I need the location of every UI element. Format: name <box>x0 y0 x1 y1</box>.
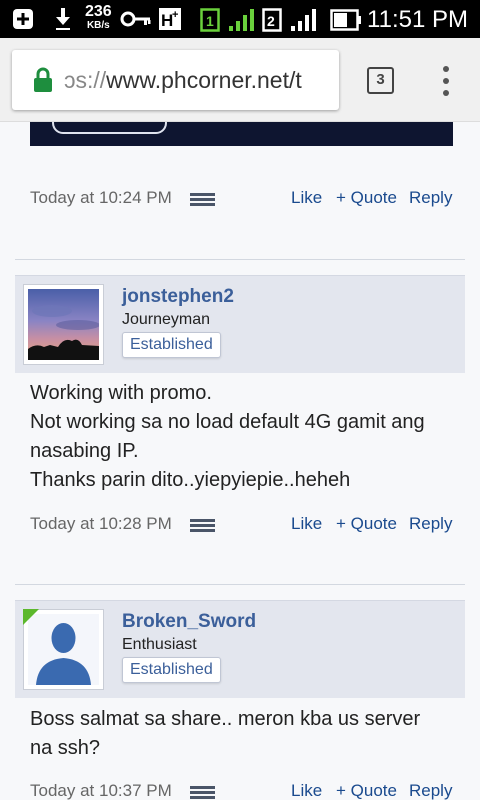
user-status-badge: Established <box>122 657 221 683</box>
reply-link[interactable]: Reply <box>409 188 452 208</box>
battery-icon <box>330 9 361 31</box>
sim2-icon: 2 <box>262 8 282 32</box>
signal-icon <box>229 9 254 31</box>
svg-text:+: + <box>172 9 178 21</box>
hplus-icon: H + <box>159 8 181 30</box>
user-status-badge: Established <box>122 332 221 358</box>
username-link[interactable]: Broken_Sword <box>122 611 256 633</box>
reply-link[interactable]: Reply <box>409 514 452 534</box>
post-user-info: jonstephen2 Journeyman Established <box>15 275 465 373</box>
post-timestamp[interactable]: Today at 10:28 PM <box>30 514 172 534</box>
post-footer: Today at 10:37 PM Like + Quote Reply <box>30 781 452 800</box>
quote-link[interactable]: + Quote <box>336 514 397 534</box>
like-link[interactable]: Like <box>291 188 322 208</box>
sim1-icon: 1 <box>200 8 220 32</box>
svg-text:1: 1 <box>206 13 214 29</box>
post-footer: Today at 10:24 PM Like + Quote Reply <box>30 188 452 212</box>
post-footer: Today at 10:28 PM Like + Quote Reply <box>30 514 452 538</box>
post-timestamp[interactable]: Today at 10:37 PM <box>30 781 172 800</box>
quote-link[interactable]: + Quote <box>336 781 397 800</box>
message-line: nasabing IP. <box>30 440 139 462</box>
avatar[interactable] <box>28 289 99 360</box>
post-divider <box>15 584 465 585</box>
like-link[interactable]: Like <box>291 781 322 800</box>
key-icon <box>120 11 151 27</box>
status-bar: 236 KB/s H + 1 2 11:51 PM <box>0 0 480 38</box>
post-message: Boss salmat sa share.. meron kba us serv… <box>30 705 460 763</box>
overflow-menu-icon[interactable] <box>440 66 452 96</box>
signature-banner-image <box>30 122 453 146</box>
message-line: Thanks parin dito..yiepyiepie..heheh <box>30 469 351 491</box>
tab-switcher-button[interactable]: 3 <box>367 67 394 94</box>
url-host: www.phcorner.net/t <box>106 67 302 93</box>
avatar-sunset-image <box>28 289 99 360</box>
lock-icon <box>34 67 52 92</box>
post-menu-icon[interactable] <box>190 786 215 800</box>
post-timestamp[interactable]: Today at 10:24 PM <box>30 188 172 208</box>
message-line: Working with promo. <box>30 382 212 404</box>
username-link[interactable]: jonstephen2 <box>122 286 234 308</box>
signal-icon <box>291 9 316 31</box>
address-bar[interactable]: ɔs://www.phcorner.net/t <box>12 50 339 110</box>
url-scheme: ɔs:// <box>64 67 107 93</box>
thread-content: Today at 10:24 PM Like + Quote Reply jon… <box>0 122 480 800</box>
speed-unit: KB/s <box>86 20 110 31</box>
reply-link[interactable]: Reply <box>409 781 452 800</box>
clock: 11:51 PM <box>367 6 468 33</box>
quote-link[interactable]: + Quote <box>336 188 397 208</box>
network-speed: 236 KB/s <box>85 4 112 31</box>
browser-toolbar: ɔs://www.phcorner.net/t 3 <box>0 38 480 122</box>
like-link[interactable]: Like <box>291 514 322 534</box>
user-title: Journeyman <box>122 311 211 328</box>
user-title: Enthusiast <box>122 636 197 653</box>
add-icon <box>13 9 33 29</box>
speed-value: 236 <box>85 3 112 20</box>
avatar-frame[interactable] <box>23 284 104 365</box>
post-menu-icon[interactable] <box>190 193 215 207</box>
url-text[interactable]: ɔs://www.phcorner.net/t <box>64 67 302 94</box>
post-message: Working with promo. Not working sa no lo… <box>30 379 460 495</box>
message-line: Boss salmat sa share.. meron kba us serv… <box>30 708 421 730</box>
online-indicator-icon <box>23 609 39 625</box>
message-line: na ssh? <box>30 737 101 759</box>
svg-text:2: 2 <box>267 13 275 29</box>
post-user-info: Broken_Sword Enthusiast Established <box>15 600 465 698</box>
post-menu-icon[interactable] <box>190 519 215 533</box>
post-divider <box>15 259 465 260</box>
message-line: Not working sa no load default 4G gamit … <box>30 411 425 433</box>
download-icon <box>56 8 70 30</box>
